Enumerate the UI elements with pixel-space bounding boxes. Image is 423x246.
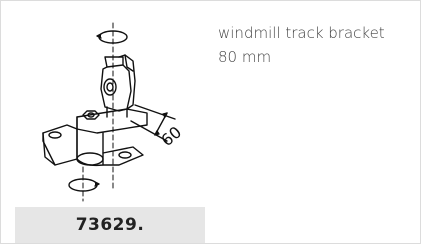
product-code: 73629. <box>75 215 145 235</box>
product-description: windmill track bracket 80 mm <box>218 21 385 69</box>
dimension-label: 60 <box>157 122 185 150</box>
product-image[interactable]: 60 <box>15 9 205 204</box>
product-code-box[interactable]: 73629. <box>15 207 205 243</box>
product-size: 80 mm <box>218 48 272 66</box>
product-card[interactable]: 60 windmill track bracket 80 mm 73629. <box>0 0 421 244</box>
product-name: windmill track bracket <box>218 24 385 42</box>
bracket-line-drawing-icon: 60 <box>42 22 185 202</box>
